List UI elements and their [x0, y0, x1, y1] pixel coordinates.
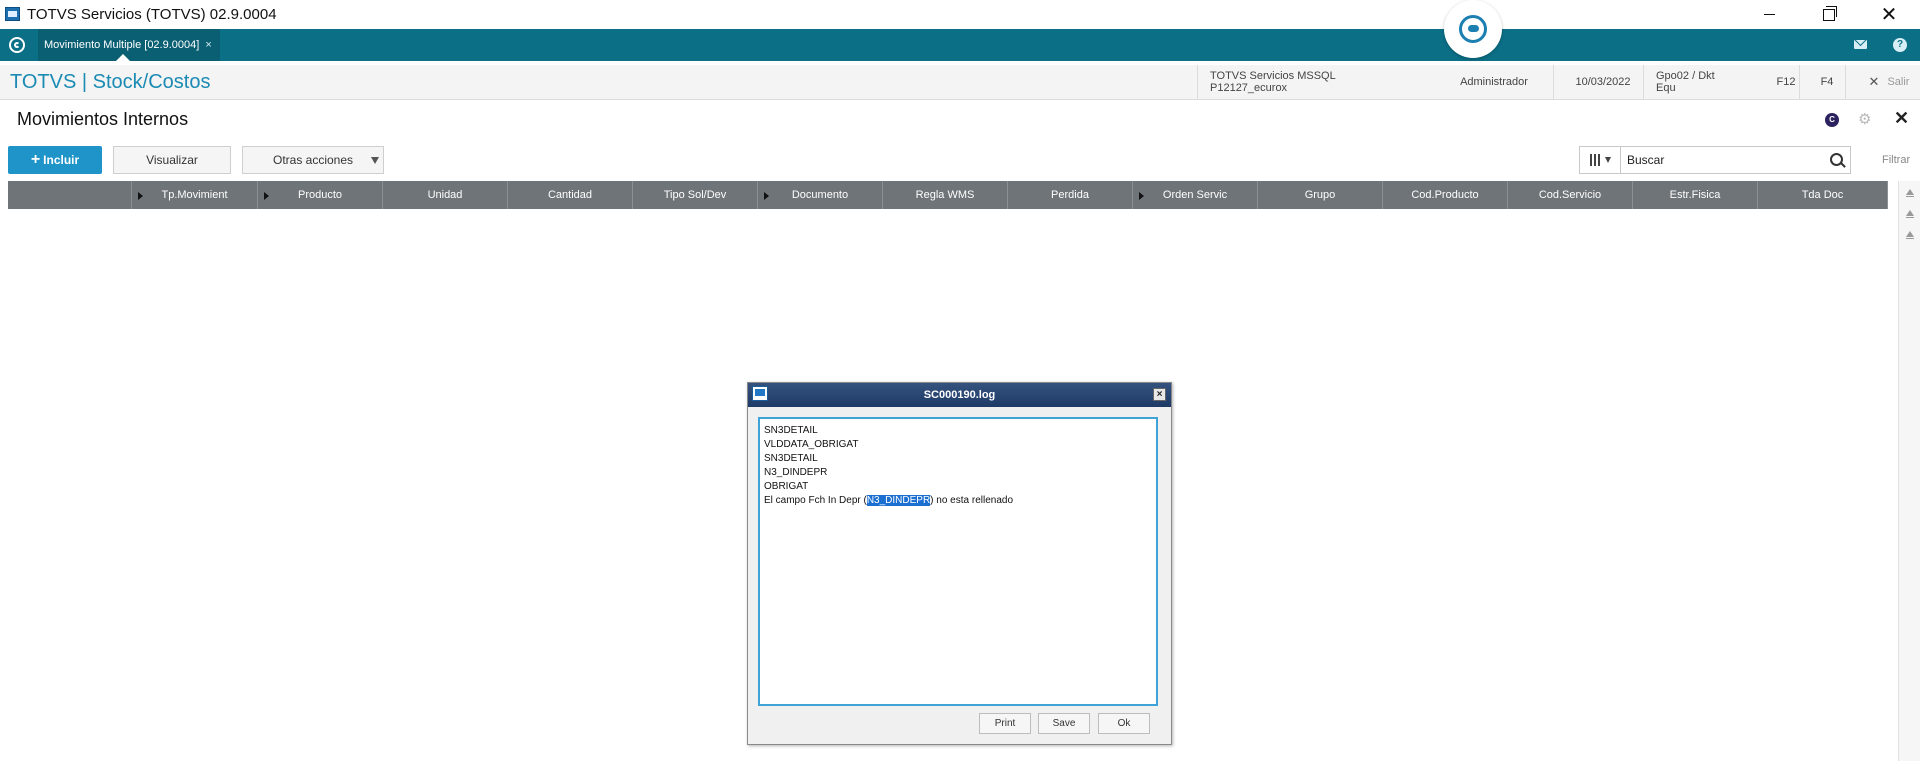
dialog-window-icon	[752, 386, 768, 401]
log-line: OBRIGAT	[764, 481, 809, 492]
ok-button[interactable]: Ok	[1098, 713, 1150, 734]
columns-icon	[1589, 154, 1600, 166]
other-actions-label: Otras acciones	[273, 153, 354, 167]
plus-icon: +	[30, 151, 41, 168]
tab-movimiento-multiple[interactable]: Movimiento Multiple [02.9.0004] ×	[38, 29, 220, 61]
exit-icon: ✕	[1868, 74, 1880, 89]
log-line: SN3DETAIL	[764, 453, 818, 464]
columns-button[interactable]	[1580, 147, 1621, 173]
expand-arrow-icon	[764, 192, 769, 200]
grid-col-regla-wms[interactable]: Regla WMS	[883, 181, 1008, 209]
restore-button[interactable]	[1806, 0, 1852, 29]
grid-col-tda-doc[interactable]: Tda Doc	[1758, 181, 1888, 209]
tab-bar: Movimiento Multiple [02.9.0004] × ?	[0, 29, 1920, 61]
grid-col-estr-fisica[interactable]: Estr.Fisica	[1633, 181, 1758, 209]
tab-close-icon[interactable]: ×	[205, 39, 211, 51]
dialog-title: SC000190.log	[923, 389, 996, 401]
c-badge-icon[interactable]: C	[1825, 113, 1839, 127]
help-icon[interactable]: ?	[1893, 38, 1907, 52]
expand-arrow-icon	[1139, 192, 1144, 200]
exit-label: Salir	[1887, 76, 1910, 88]
gear-icon[interactable]: ⚙	[1858, 110, 1871, 128]
scroll-up-icon[interactable]	[1906, 231, 1914, 239]
window-titlebar: TOTVS Servicios (TOTVS) 02.9.0004 ✕	[0, 0, 1920, 29]
grid-col-cod-servicio[interactable]: Cod.Servicio	[1508, 181, 1633, 209]
expand-arrow-icon	[138, 192, 143, 200]
scroll-page-up-icon[interactable]	[1906, 210, 1914, 218]
grid-col-tipo-sol-dev[interactable]: Tipo Sol/Dev	[633, 181, 758, 209]
expand-arrow-icon	[264, 192, 269, 200]
scroll-top-icon[interactable]	[1906, 189, 1914, 197]
save-button[interactable]: Save	[1038, 713, 1090, 734]
chevron-down-icon	[371, 157, 379, 164]
grid-col-grupo[interactable]: Grupo	[1258, 181, 1383, 209]
chevron-down-icon	[1604, 157, 1611, 163]
environment-info[interactable]: TOTVS Servicios MSSQL P12127_ecurox	[1197, 65, 1426, 99]
totvs-home-icon[interactable]	[9, 37, 25, 53]
close-icon: ✕	[1880, 4, 1898, 26]
app-icon	[5, 7, 20, 21]
window-title: TOTVS Servicios (TOTVS) 02.9.0004	[27, 6, 277, 23]
log-line: SN3DETAIL	[764, 425, 818, 436]
grid-col-unidad[interactable]: Unidad	[383, 181, 508, 209]
dialog-close-icon[interactable]: ×	[1153, 388, 1166, 401]
grid-col-orden-servic[interactable]: Orden Servic	[1133, 181, 1258, 209]
log-line: N3_DINDEPR	[764, 467, 828, 478]
user-info[interactable]: Administrador	[1427, 65, 1561, 99]
window-close-button[interactable]: ✕	[1866, 0, 1912, 29]
grid-col-tp-movimient[interactable]: Tp.Movimient	[132, 181, 258, 209]
include-label: Incluir	[43, 153, 80, 167]
grid-header: Tp.Movimient Producto Unidad Cantidad Ti…	[8, 181, 1888, 209]
grid-col-select[interactable]	[8, 181, 132, 209]
search-box	[1579, 146, 1851, 174]
module-title: TOTVS | Stock/Costos	[10, 71, 211, 93]
search-icon[interactable]	[1830, 153, 1843, 166]
close-icon[interactable]: ✕	[1894, 108, 1909, 129]
chat-bubble-icon	[1459, 15, 1487, 43]
log-dialog: SC000190.log × SN3DETAIL VLDDATA_OBRIGAT…	[747, 382, 1172, 745]
dialog-titlebar[interactable]: SC000190.log ×	[748, 383, 1171, 407]
log-textarea[interactable]: SN3DETAIL VLDDATA_OBRIGAT SN3DETAIL N3_D…	[758, 417, 1158, 706]
grid-col-producto[interactable]: Producto	[258, 181, 383, 209]
tab-label: Movimiento Multiple [02.9.0004]	[44, 39, 200, 51]
log-line: VLDDATA_OBRIGAT	[764, 439, 859, 450]
grid-col-cantidad[interactable]: Cantidad	[508, 181, 633, 209]
grid-col-perdida[interactable]: Perdida	[1008, 181, 1133, 209]
print-button[interactable]: Print	[979, 713, 1031, 734]
grid-vertical-scrollbar[interactable]	[1898, 181, 1920, 761]
active-tab-caret	[116, 54, 130, 61]
grid-col-documento[interactable]: Documento	[758, 181, 883, 209]
branch-info[interactable]: Gpo02 / Dkt Equ	[1643, 65, 1748, 99]
page-title: Movimientos Internos	[17, 109, 189, 129]
minimize-icon	[1763, 14, 1775, 15]
module-header: TOTVS | Stock/Costos TOTVS Servicios MSS…	[0, 65, 1920, 100]
grid-col-cod-producto[interactable]: Cod.Producto	[1383, 181, 1508, 209]
mail-icon[interactable]	[1854, 40, 1867, 49]
exit-button[interactable]: ✕ Salir	[1845, 65, 1920, 99]
minimize-button[interactable]	[1746, 0, 1792, 29]
restore-icon	[1823, 5, 1837, 21]
chat-assistant-button[interactable]	[1444, 0, 1502, 58]
search-input[interactable]	[1623, 149, 1821, 171]
other-actions-button[interactable]: Otras acciones	[242, 146, 384, 174]
filter-button[interactable]: Filtrar	[1882, 154, 1910, 166]
selected-text: N3_DINDEPR	[866, 495, 931, 506]
view-button[interactable]: Visualizar	[113, 146, 231, 174]
log-message-line: El campo Fch In Depr (N3_DINDEPR) no est…	[764, 495, 1014, 506]
date-info[interactable]: 10/03/2022	[1553, 65, 1652, 99]
include-button[interactable]: + Incluir	[8, 146, 102, 174]
